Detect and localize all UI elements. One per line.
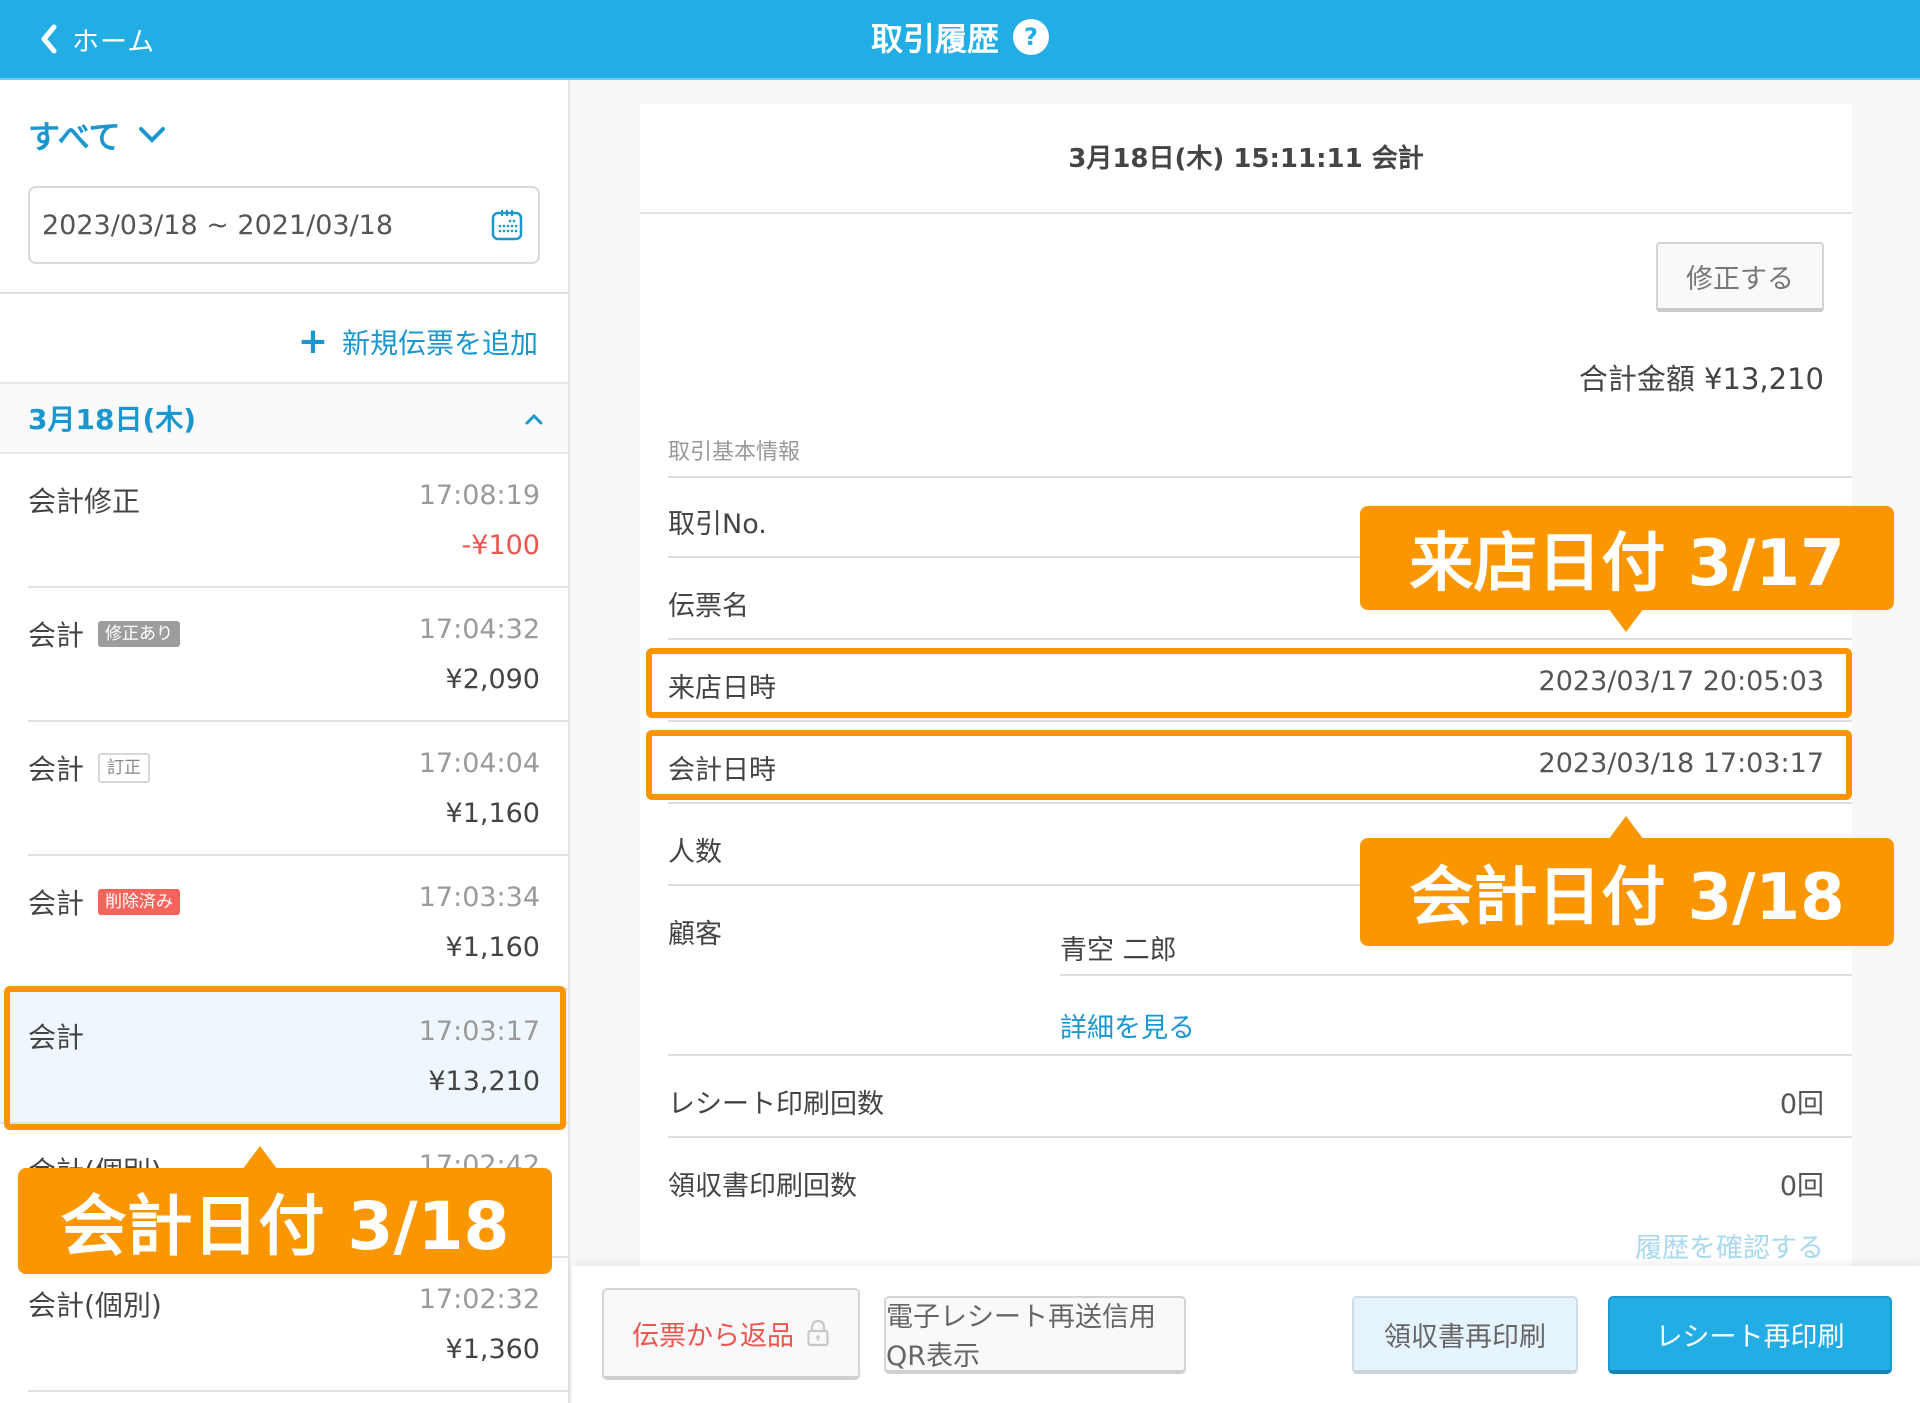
- visit-date-callout-text: 来店日付 3/17: [1409, 527, 1845, 601]
- add-new-label: 新規伝票を追加: [341, 327, 538, 360]
- transaction-name: 会計: [28, 887, 85, 920]
- day-group-label: 3月18日(木): [28, 403, 197, 436]
- deleted-badge: 削除済み: [98, 889, 181, 915]
- row-spacer: [668, 974, 1852, 1056]
- row-label: 会計日時: [668, 755, 776, 786]
- chevron-up-icon: [525, 413, 543, 425]
- visit-date-callout: 来店日付 3/17: [1360, 506, 1894, 632]
- row-value: 2023/03/18 17:03:17: [1538, 748, 1824, 779]
- callout-pointer: [1608, 608, 1644, 632]
- row-value: 2023/03/17 20:05:03: [1538, 666, 1824, 697]
- return-label: 伝票から返品: [632, 1320, 794, 1352]
- checkout-date-callout-text: 会計日付 3/18: [60, 1188, 510, 1265]
- transaction-time: 17:04:04: [418, 748, 540, 779]
- transaction-name: 会計: [28, 619, 85, 652]
- transaction-amount: -¥100: [461, 530, 540, 561]
- add-new-slip-button[interactable]: + 新規伝票を追加: [298, 322, 538, 362]
- calendar-icon[interactable]: [490, 208, 524, 242]
- chevron-down-icon: [139, 127, 166, 143]
- transaction-name: 会計: [28, 1021, 85, 1054]
- callout-pointer: [242, 1146, 278, 1170]
- row-label: 伝票名: [668, 591, 749, 622]
- checkout-date-callout-left: 会計日付 3/18: [18, 1146, 552, 1274]
- transaction-amount: ¥13,210: [428, 1066, 540, 1097]
- page-title-text: 取引履歴: [870, 20, 999, 58]
- transaction-item[interactable]: 会計修正 17:08:19 -¥100: [28, 454, 568, 588]
- transaction-time: 17:03:17: [418, 1016, 540, 1047]
- row-label: 取引No.: [668, 509, 767, 540]
- transaction-amount: ¥1,160: [445, 798, 540, 829]
- transaction-item[interactable]: 会計(個別) 17:02:32 ¥1,360: [28, 1258, 568, 1392]
- filter-label: すべて: [28, 118, 121, 156]
- row-label: レシート印刷回数: [668, 1089, 884, 1120]
- edit-button[interactable]: 修正する: [1656, 242, 1824, 312]
- qr-resend-button[interactable]: 電子レシート再送信用QR表示: [884, 1296, 1186, 1374]
- callout-pointer: [1608, 816, 1644, 840]
- checkout-date-callout-right: 会計日付 3/18: [1360, 816, 1894, 946]
- receipt-reprint-button[interactable]: レシート再印刷: [1608, 1296, 1892, 1374]
- row-label: 領収書印刷回数: [668, 1171, 857, 1202]
- modified-badge: 修正あり: [98, 621, 181, 647]
- page-title: 取引履歴 ?: [0, 14, 1920, 60]
- row-value: 0回: [1779, 1089, 1824, 1120]
- row-value: 0回: [1779, 1171, 1824, 1202]
- row-invoice-prints: 領収書印刷回数 0回: [668, 1140, 1852, 1220]
- transaction-amount: ¥2,090: [445, 664, 540, 695]
- plus-icon: +: [297, 321, 328, 362]
- detail-card: 3月18日(木) 15:11:11 会計 修正する 合計金額 ¥13,210 取…: [640, 104, 1852, 1274]
- row-checkout-datetime: 会計日時 2023/03/18 17:03:17: [668, 724, 1852, 804]
- date-range-value: 2023/03/18 ~ 2021/03/18: [42, 209, 394, 241]
- view-history-link[interactable]: 履歴を確認する: [1635, 1226, 1824, 1265]
- return-from-slip-button[interactable]: 伝票から返品: [602, 1288, 860, 1380]
- total-amount: 合計金額 ¥13,210: [1578, 362, 1824, 396]
- day-group-header[interactable]: 3月18日(木): [0, 382, 568, 454]
- transaction-time: 17:08:19: [418, 480, 540, 511]
- row-label: 人数: [668, 837, 722, 868]
- action-bar: 伝票から返品 電子レシート再送信用QR表示 領収書再印刷 レシート再印刷: [572, 1266, 1920, 1403]
- detail-title: 3月18日(木) 15:11:11 会計: [640, 104, 1852, 214]
- lock-icon: [807, 1319, 829, 1347]
- sidebar-divider: [0, 292, 568, 294]
- customer-name: 青空 二郎: [1060, 935, 1177, 966]
- transaction-item-selected[interactable]: 会計 17:03:17 ¥13,210: [0, 990, 568, 1124]
- date-range-input[interactable]: 2023/03/18 ~ 2021/03/18: [28, 186, 540, 264]
- app-header: ホーム 取引履歴 ?: [0, 0, 1920, 78]
- transaction-name: 会計: [28, 753, 85, 786]
- transaction-time: 17:04:32: [418, 614, 540, 645]
- transaction-item[interactable]: 会計 削除済み 17:03:34 ¥1,160: [28, 856, 568, 990]
- row-receipt-prints: レシート印刷回数 0回: [668, 1058, 1852, 1138]
- transaction-detail-panel: 3月18日(木) 15:11:11 会計 修正する 合計金額 ¥13,210 取…: [572, 80, 1920, 1403]
- transaction-amount: ¥1,160: [445, 932, 540, 963]
- transaction-amount: ¥1,360: [445, 1334, 540, 1365]
- checkout-date-callout-text: 会計日付 3/18: [1409, 861, 1845, 935]
- transaction-time: 17:02:32: [418, 1284, 540, 1315]
- row-label: 顧客: [668, 919, 722, 950]
- corrected-badge: 訂正: [98, 753, 151, 783]
- transaction-time: 17:03:34: [418, 882, 540, 913]
- section-label: 取引基本情報: [668, 440, 801, 465]
- transaction-item[interactable]: 会計 訂正 17:04:04 ¥1,160: [28, 722, 568, 856]
- transaction-item[interactable]: 会計 修正あり 17:04:32 ¥2,090: [28, 588, 568, 722]
- transaction-name: 会計(個別): [28, 1289, 162, 1322]
- help-icon[interactable]: ?: [1013, 19, 1049, 55]
- row-visit-datetime: 来店日時 2023/03/17 20:05:03: [668, 642, 1852, 722]
- filter-dropdown[interactable]: すべて: [28, 112, 166, 158]
- row-label: 来店日時: [668, 673, 776, 704]
- invoice-reprint-button[interactable]: 領収書再印刷: [1352, 1296, 1578, 1374]
- transaction-name: 会計修正: [28, 485, 141, 518]
